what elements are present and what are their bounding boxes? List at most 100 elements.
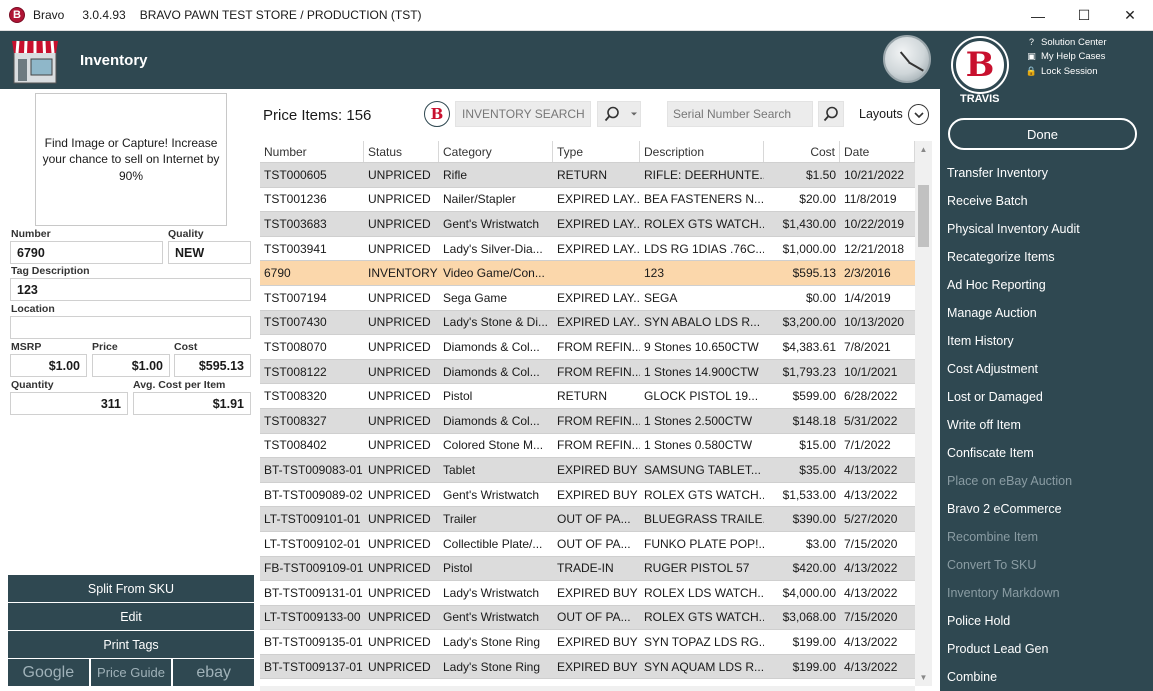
cell-number: BT-TST009135-01 <box>264 635 363 650</box>
inventory-search-input[interactable]: INVENTORY SEARCH <box>455 101 591 127</box>
table-row[interactable]: BT-TST009089-02 UNPRICED Gent's Wristwatch… <box>260 482 915 508</box>
layouts-label[interactable]: Layouts <box>859 107 903 121</box>
sidebar-item-recategorize-items[interactable]: Recategorize Items <box>940 243 1153 271</box>
done-button[interactable]: Done <box>948 118 1137 150</box>
app-name: Bravo <box>33 8 65 22</box>
scroll-down-icon[interactable]: ▼ <box>915 669 932 686</box>
clock-icon[interactable] <box>883 35 931 83</box>
page-header: Inventory <box>0 31 940 89</box>
cell-number: TST008320 <box>264 389 327 404</box>
scroll-up-icon[interactable]: ▲ <box>915 141 932 158</box>
inventory-search-button[interactable] <box>597 101 641 127</box>
store-name: BRAVO PAWN TEST STORE / PRODUCTION (TST) <box>139 8 422 22</box>
left-action-buttons: Split From SKU Edit Print Tags Google Pr… <box>8 575 255 686</box>
avg-cost-field[interactable]: $1.91 <box>133 392 251 415</box>
sidebar-item-lost-or-damaged[interactable]: Lost or Damaged <box>940 383 1153 411</box>
table-row[interactable]: TST008070 UNPRICED Diamonds & Col... FROM R… <box>260 335 915 360</box>
sidebar-item-physical-inventory-audit[interactable]: Physical Inventory Audit <box>940 215 1153 243</box>
sidebar-item-combine[interactable]: Combine <box>940 663 1153 691</box>
column-header-date[interactable]: Date <box>840 141 915 162</box>
table-row[interactable]: BT-TST009137-01 UNPRICED Lady's Stone Ring… <box>260 654 915 680</box>
sidebar-item-confiscate-item[interactable]: Confiscate Item <box>940 439 1153 467</box>
table-row[interactable]: TST007430 UNPRICED Lady's Stone & Di... EXP… <box>260 310 915 336</box>
table-row[interactable]: LT-TST009133-00 UNPRICED Gent's Wristwatch… <box>260 605 915 631</box>
table-row[interactable]: TST000605 UNPRICED Rifle RETURN RIFLE: DEERH… <box>260 163 915 188</box>
scroll-thumb[interactable] <box>918 185 929 247</box>
cell-type <box>553 261 640 285</box>
table-row[interactable]: TST008327 UNPRICED Diamonds & Col... FROM R… <box>260 408 915 434</box>
horizontal-scrollbar[interactable] <box>260 686 915 691</box>
sidebar-item-product-lead-gen[interactable]: Product Lead Gen <box>940 635 1153 663</box>
table-row[interactable]: BT-TST009131-01 UNPRICED Lady's Wristwatch… <box>260 581 915 606</box>
table-row[interactable]: TST003683 UNPRICED Gent's Wristwatch EXPIRE… <box>260 212 915 237</box>
vertical-scrollbar[interactable]: ▲ ▼ <box>915 141 932 686</box>
msrp-field[interactable]: $1.00 <box>10 354 87 377</box>
sidebar-item-police-hold[interactable]: Police Hold <box>940 607 1153 635</box>
solution-center-link[interactable]: ? Solution Center <box>1026 35 1107 50</box>
image-capture-box[interactable]: Find Image or Capture! Increase your cha… <box>35 93 227 226</box>
table-row[interactable]: FB-TST009109-01 UNPRICED Pistol TRADE-IN RUG… <box>260 556 915 582</box>
cell-cost: $390.00 <box>792 512 836 527</box>
sidebar-item-recombine-item: Recombine Item <box>947 530 1039 544</box>
sidebar-item-manage-auction[interactable]: Manage Auction <box>940 299 1153 327</box>
column-header-category[interactable]: Category <box>439 141 553 162</box>
help-cases-link[interactable]: ▣ My Help Cases <box>1026 50 1106 65</box>
table-row[interactable]: LT-TST009101-01 UNPRICED Trailer OUT OF PA.… <box>260 507 915 532</box>
maximize-button[interactable]: ☐ <box>1061 0 1107 31</box>
column-header-description[interactable]: Description <box>640 141 764 162</box>
cell-type: RETURN <box>557 389 607 404</box>
table-row[interactable]: TST007194 UNPRICED Sega Game EXPIRED LAY...… <box>260 285 915 311</box>
table-row[interactable]: LT-TST009102-01 UNPRICED Collectible Plate… <box>260 531 915 557</box>
cost-field[interactable]: $595.13 <box>174 354 251 377</box>
ebay-button[interactable]: ebay <box>173 659 255 686</box>
table-row[interactable]: BT-TST009135-01 UNPRICED Lady's Stone Ring… <box>260 630 915 655</box>
column-header-type[interactable]: Type <box>553 141 640 162</box>
column-header-status[interactable]: Status <box>364 141 439 162</box>
price-guide-button[interactable]: Price Guide <box>90 659 172 686</box>
column-header-number[interactable]: Number <box>260 141 364 162</box>
serial-number-search-input[interactable]: Serial Number Search <box>667 101 813 127</box>
layouts-dropdown-button[interactable] <box>908 104 929 125</box>
quality-field[interactable]: NEW <box>168 241 251 264</box>
search-icon <box>823 106 838 122</box>
lock-session-link[interactable]: 🔒 Lock Session <box>1026 64 1106 79</box>
cell-number: TST003683 <box>264 216 327 231</box>
edit-button[interactable]: Edit <box>8 603 254 630</box>
close-button[interactable]: ✕ <box>1107 0 1153 31</box>
table-row[interactable]: TST001236 UNPRICED Nailer/Stapler EXPIRED L… <box>260 187 915 213</box>
location-field[interactable] <box>10 316 251 339</box>
cell-number: TST008070 <box>264 339 327 354</box>
sidebar-item-receive-batch[interactable]: Receive Batch <box>940 187 1153 215</box>
split-from-sku-button[interactable]: Split From SKU <box>8 575 254 602</box>
sidebar-item-transfer-inventory[interactable]: Transfer Inventory <box>940 159 1153 187</box>
cell-status: UNPRICED <box>368 585 431 600</box>
google-button[interactable]: Google <box>8 659 89 686</box>
table-row[interactable]: TST003941 UNPRICED Lady's Silver-Dia... EXP… <box>260 236 915 262</box>
table-row[interactable]: TST008320 UNPRICED Pistol RETURN GLOCK PISTO… <box>260 384 915 409</box>
sidebar-item-write-off-item[interactable]: Write off Item <box>940 411 1153 439</box>
table-row[interactable]: 6790 INVENTORY Video Game/Con... 123 $595.13… <box>260 261 915 286</box>
cell-number: TST007430 <box>264 315 327 330</box>
user-avatar[interactable]: B <box>953 38 1007 92</box>
sidebar-item-item-history[interactable]: Item History <box>940 327 1153 355</box>
cell-cost: $199.00 <box>792 635 836 650</box>
print-tags-button[interactable]: Print Tags <box>8 631 254 658</box>
price-field[interactable]: $1.00 <box>92 354 170 377</box>
serial-search-button[interactable] <box>818 101 844 127</box>
table-row[interactable]: BT-TST009083-01 UNPRICED Tablet EXPIRED BUY… <box>260 458 915 483</box>
cell-status: UNPRICED <box>368 487 431 502</box>
table-row[interactable]: TST008402 UNPRICED Colored Stone M... FROM … <box>260 433 915 459</box>
tag-description-field[interactable]: 123 <box>10 278 251 301</box>
quantity-field[interactable]: 311 <box>10 392 128 415</box>
sidebar-item-cost-adjustment[interactable]: Cost Adjustment <box>940 355 1153 383</box>
column-header-cost[interactable]: Cost <box>764 141 840 162</box>
cell-number: TST008122 <box>264 364 327 379</box>
cell-number: BT-TST009089-02 <box>264 487 363 502</box>
number-field[interactable]: 6790 <box>10 241 163 264</box>
cell-date: 7/8/2021 <box>844 339 891 354</box>
sidebar-item-ad-hoc-reporting[interactable]: Ad Hoc Reporting <box>940 271 1153 299</box>
table-row[interactable]: TST008122 UNPRICED Diamonds & Col... FROM R… <box>260 359 915 385</box>
bravo-search-icon[interactable]: B <box>424 101 450 127</box>
sidebar-item-bravo-2-ecommerce[interactable]: Bravo 2 eCommerce <box>940 495 1153 523</box>
minimize-button[interactable]: — <box>1015 0 1061 31</box>
